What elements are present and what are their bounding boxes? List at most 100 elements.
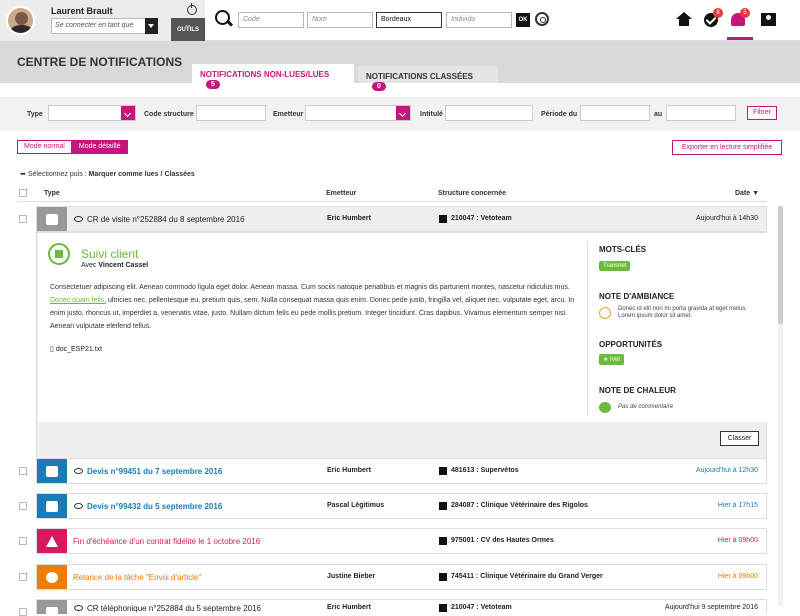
intitule-input[interactable] bbox=[445, 105, 533, 121]
eye-icon bbox=[74, 216, 83, 222]
attachment-link[interactable]: ▯ doc_ESP21.txt bbox=[50, 345, 102, 353]
notifications-badge: 5 bbox=[740, 8, 750, 18]
filter-au-label: au bbox=[654, 111, 663, 118]
structure-icon bbox=[439, 573, 447, 581]
table-row[interactable]: CR téléphonique n°252884 du 5 septembre … bbox=[36, 599, 767, 614]
eye-icon bbox=[74, 468, 83, 474]
row-emetteur: Justine Bieber bbox=[327, 573, 376, 580]
col-date-sort[interactable]: Date ▼ bbox=[735, 190, 759, 197]
row-title[interactable]: Fin d'échéance d'un contrat fidélité le … bbox=[73, 537, 260, 546]
structure-icon bbox=[439, 537, 447, 545]
mode-toggle: Mode normal Mode détaillé bbox=[17, 140, 128, 154]
search-icon bbox=[215, 10, 230, 25]
filter-button[interactable]: Filtrer bbox=[747, 106, 777, 120]
row-emetteur: Pascal Légitimus bbox=[327, 502, 385, 509]
row-structure: 284087 : Clinique Vétérinaire des Rigolo… bbox=[451, 502, 588, 509]
table-row[interactable]: Relance de la tâche "Envoi d'article" Ju… bbox=[36, 564, 767, 590]
contact-icon[interactable] bbox=[761, 13, 776, 26]
mode-normal-button[interactable]: Mode normal bbox=[17, 140, 72, 154]
keyword-tag[interactable]: Transnet bbox=[599, 261, 631, 271]
code-input[interactable]: Code bbox=[238, 12, 304, 28]
eye-icon bbox=[74, 503, 83, 509]
row-emetteur: Eric Humbert bbox=[327, 215, 371, 222]
row-checkbox[interactable] bbox=[19, 502, 27, 510]
row-checkbox[interactable] bbox=[19, 467, 27, 475]
scrollbar[interactable] bbox=[778, 206, 783, 606]
code-structure-input[interactable] bbox=[196, 105, 266, 121]
chevron-down-icon bbox=[121, 106, 135, 120]
client-follow-icon bbox=[48, 243, 70, 265]
power-icon[interactable] bbox=[187, 3, 197, 15]
type-chat-icon bbox=[37, 600, 67, 614]
home-icon[interactable] bbox=[676, 12, 692, 26]
target-icon[interactable] bbox=[535, 12, 549, 26]
classify-button[interactable]: Classer bbox=[720, 431, 759, 446]
row-checkbox[interactable] bbox=[19, 215, 27, 223]
tab-unread-read[interactable]: NOTIFICATIONS NON-LUES/LUES5 bbox=[192, 64, 354, 89]
row-title[interactable]: Devis n°99451 du 7 septembre 2016 bbox=[87, 467, 222, 476]
detail-link[interactable]: Donec quam felis, bbox=[50, 297, 106, 304]
user-panel: Laurent Brault Se connecter en tant que … bbox=[0, 0, 205, 41]
emetteur-select[interactable] bbox=[305, 105, 411, 121]
table-row[interactable]: CR de visite n°252884 du 8 septembre 201… bbox=[36, 206, 767, 232]
document-icon bbox=[37, 459, 67, 483]
row-emetteur: Eric Humbert bbox=[327, 467, 371, 474]
col-structure: Structure concernée bbox=[438, 190, 507, 197]
row-structure: 210047 : Vetoteam bbox=[451, 215, 512, 222]
table-row[interactable]: Devis n°99451 du 7 septembre 2016 Eric H… bbox=[36, 458, 767, 484]
col-emetteur: Emetteur bbox=[326, 190, 357, 197]
filter-code-label: Code structure bbox=[144, 111, 194, 118]
tab-count: 5 bbox=[206, 80, 220, 89]
city-input[interactable]: Bordeaux bbox=[376, 12, 442, 28]
avatar[interactable] bbox=[6, 6, 35, 35]
structure-icon bbox=[439, 502, 447, 510]
smiley-icon bbox=[599, 307, 611, 319]
row-title[interactable]: CR téléphonique n°252884 du 5 septembre … bbox=[87, 604, 261, 613]
date-from-input[interactable] bbox=[580, 105, 650, 121]
tab-classified[interactable]: NOTIFICATIONS CLASSÉES0 bbox=[358, 66, 498, 91]
scrollbar-thumb[interactable] bbox=[778, 206, 783, 324]
detail-with: Avec Vincent Cassel bbox=[81, 262, 149, 269]
mark-read-link[interactable]: Marquer comme lues bbox=[89, 171, 159, 178]
ok-button[interactable]: OK bbox=[516, 13, 530, 27]
nom-input[interactable]: Nom bbox=[307, 12, 373, 28]
opportunity-tag[interactable]: ★ iVet bbox=[599, 354, 625, 365]
row-checkbox[interactable] bbox=[19, 608, 27, 616]
individu-input[interactable]: Individu bbox=[446, 12, 512, 28]
chevron-down-icon[interactable] bbox=[145, 18, 158, 34]
page-header: CENTRE DE NOTIFICATIONS NOTIFICATIONS NO… bbox=[0, 41, 800, 91]
select-all-checkbox[interactable] bbox=[19, 189, 27, 197]
type-select[interactable] bbox=[48, 105, 136, 121]
date-to-input[interactable] bbox=[666, 105, 736, 121]
filter-periode-label: Période du bbox=[541, 111, 578, 118]
filter-bar: Type Code structure Emetteur Intitulé Pé… bbox=[0, 97, 800, 131]
row-title[interactable]: CR de visite n°252884 du 8 septembre 201… bbox=[87, 215, 245, 224]
table-row[interactable]: Devis n°99432 du 5 septembre 2016 Pascal… bbox=[36, 493, 767, 519]
row-structure: 745411 : Clinique Vétérinaire du Grand V… bbox=[451, 573, 603, 580]
export-button[interactable]: Exporter en lecture simplifiée bbox=[672, 140, 782, 155]
row-checkbox[interactable] bbox=[19, 573, 27, 581]
divider bbox=[587, 241, 588, 416]
row-date: Aujourd'hui à 12h30 bbox=[695, 467, 758, 474]
impersonate-select[interactable]: Se connecter en tant que bbox=[51, 18, 158, 34]
heat-text: Pas de commentaire bbox=[618, 404, 674, 410]
row-checkbox[interactable] bbox=[19, 537, 27, 545]
table-row[interactable]: Fin d'échéance d'un contrat fidélité le … bbox=[36, 528, 767, 554]
detail-content: Suivi client Avec Vincent Cassel Consect… bbox=[38, 233, 767, 422]
row-structure: 975001 : CV des Hautes Ormes bbox=[451, 537, 554, 544]
filter-type-label: Type bbox=[27, 111, 43, 118]
structure-icon bbox=[439, 604, 447, 612]
tools-button[interactable]: ‥ OUTILS bbox=[171, 18, 205, 41]
eye-icon bbox=[74, 605, 83, 611]
select-arrow-icon: ➥ bbox=[20, 171, 26, 178]
row-title[interactable]: Devis n°99432 du 5 septembre 2016 bbox=[87, 502, 222, 511]
classify-link[interactable]: Classées bbox=[164, 171, 194, 178]
detail-title: Suivi client bbox=[81, 247, 139, 261]
filter-intitule-label: Intitulé bbox=[420, 111, 443, 118]
tasks-badge: 8 bbox=[713, 8, 723, 18]
keywords-heading: MOTS-CLÉS bbox=[599, 245, 647, 254]
row-structure: 481613 : Supervétos bbox=[451, 467, 519, 474]
row-emetteur: Eric Humbert bbox=[327, 604, 371, 611]
row-title[interactable]: Relance de la tâche "Envoi d'article" bbox=[73, 573, 201, 582]
mode-detail-button[interactable]: Mode détaillé bbox=[71, 140, 128, 154]
